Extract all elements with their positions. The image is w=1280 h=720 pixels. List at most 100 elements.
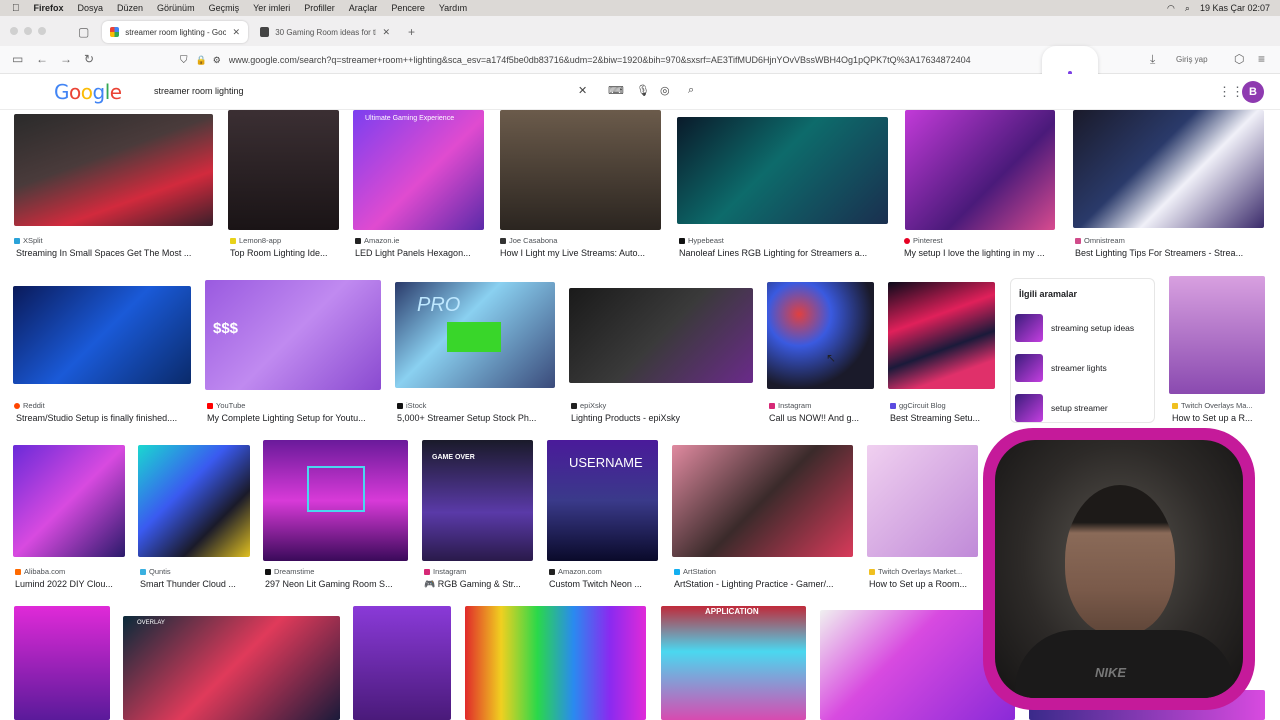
source-favicon-icon <box>265 568 271 575</box>
result-title[interactable]: Top Room Lighting Ide... <box>230 248 340 258</box>
result-image[interactable] <box>138 445 250 557</box>
result-title[interactable]: Custom Twitch Neon ... <box>549 579 661 589</box>
keyboard-icon[interactable]: ⌨ <box>608 84 624 97</box>
reload-icon[interactable]: ↻ <box>84 52 94 66</box>
result-image[interactable] <box>14 114 213 226</box>
menu-profiller[interactable]: Profiller <box>304 3 335 13</box>
permissions-icon[interactable]: ⚙ <box>213 55 221 66</box>
clear-search-icon[interactable]: ✕ <box>578 84 587 97</box>
result-image[interactable] <box>1073 110 1264 228</box>
result-title[interactable]: My setup I love the lighting in my ... <box>904 248 1056 258</box>
result-title[interactable]: Lighting Products - epiXsky <box>571 413 755 423</box>
source-favicon-icon <box>140 568 146 575</box>
tab-overview-icon[interactable]: ▢ <box>78 25 89 39</box>
window-minimize-button[interactable] <box>24 27 32 35</box>
apple-icon[interactable]:  <box>12 3 20 14</box>
result-title[interactable]: How to Set up a R... <box>1172 413 1267 423</box>
result-title[interactable]: ArtStation - Lighting Practice - Gamer/.… <box>674 579 854 589</box>
result-image[interactable] <box>569 288 753 383</box>
wifi-icon[interactable]: ◠ <box>1167 3 1175 14</box>
result-title[interactable]: 5,000+ Streamer Setup Stock Ph... <box>397 413 557 423</box>
result-title[interactable]: 🎮 RGB Gaming & Str... <box>424 579 536 590</box>
sidebar-icon[interactable]: ▭ <box>12 52 23 66</box>
result-title[interactable]: Best Lighting Tips For Streamers - Strea… <box>1075 248 1265 258</box>
search-input[interactable]: streamer room lighting <box>140 80 710 102</box>
extensions-icon[interactable]: ⬡ <box>1234 52 1244 66</box>
related-search-item[interactable]: setup streamer <box>1015 393 1153 423</box>
result-title[interactable]: Best Streaming Setu... <box>890 413 990 423</box>
result-image[interactable] <box>672 445 853 557</box>
menu-duzen[interactable]: Düzen <box>117 3 143 13</box>
result-source: Joe Casabona <box>500 236 660 245</box>
downloads-icon[interactable]: ⤓ <box>1150 52 1155 67</box>
clock[interactable]: 19 Kas Çar 02:07 <box>1200 3 1270 13</box>
result-image[interactable] <box>500 110 661 230</box>
forward-icon[interactable]: → <box>60 52 72 66</box>
result-title[interactable]: Streaming In Small Spaces Get The Most .… <box>16 248 213 258</box>
result-title[interactable]: Call us NOW!! And g... <box>769 413 876 423</box>
result-title[interactable]: 297 Neon Lit Gaming Room S... <box>265 579 410 589</box>
result-image[interactable] <box>767 282 874 389</box>
result-title[interactable]: Smart Thunder Cloud ... <box>140 579 252 589</box>
result-title[interactable]: How to Set up a Room... <box>869 579 979 589</box>
menu-dosya[interactable]: Dosya <box>78 3 104 13</box>
result-image[interactable] <box>905 110 1055 230</box>
tab-google-search[interactable]: streamer room lighting - Google ✕ <box>102 21 248 43</box>
menu-araclar[interactable]: Araçlar <box>349 3 378 13</box>
result-image[interactable] <box>14 606 110 720</box>
search-icon[interactable]: ⌕ <box>1185 3 1190 14</box>
result-image[interactable] <box>13 286 191 384</box>
result-title[interactable]: Nanoleaf Lines RGB Lighting for Streamer… <box>679 248 889 258</box>
related-search-item[interactable]: streamer lights <box>1015 353 1153 383</box>
result-image[interactable] <box>677 117 888 224</box>
result-title[interactable]: LED Light Panels Hexagon... <box>355 248 485 258</box>
result-title[interactable]: My Complete Lighting Setup for Youtu... <box>207 413 382 423</box>
window-close-button[interactable] <box>10 27 18 35</box>
result-image[interactable]: APPLICATION <box>661 606 806 720</box>
result-image[interactable] <box>888 282 995 389</box>
apps-grid-icon[interactable]: ⋮⋮ <box>1218 84 1244 100</box>
menu-firefox[interactable]: Firefox <box>34 3 64 13</box>
menu-gecmis[interactable]: Geçmiş <box>209 3 240 13</box>
tab-gaming-room[interactable]: 30 Gaming Room ideas for the B ✕ <box>252 21 398 43</box>
menu-gorunum[interactable]: Görünüm <box>157 3 195 13</box>
source-name: Lemon8-app <box>239 236 282 245</box>
search-button-icon[interactable]: ⌕ <box>688 84 694 97</box>
result-image[interactable]: $$$ <box>205 280 381 390</box>
result-image[interactable] <box>465 606 646 720</box>
result-image[interactable] <box>263 440 408 561</box>
shield-icon[interactable]: ⛉ <box>180 55 188 66</box>
address-bar[interactable]: ⛉ 🔒 ⚙ www.google.com/search?q=streamer+r… <box>180 50 1050 70</box>
login-button[interactable]: Giriş yap <box>1176 55 1208 64</box>
related-search-item[interactable]: streaming setup ideas <box>1015 313 1153 343</box>
result-image[interactable]: Ultimate Gaming Experience <box>353 110 484 230</box>
lens-icon[interactable]: ◎ <box>660 84 670 97</box>
result-title[interactable]: How I Light my Live Streams: Auto... <box>500 248 660 258</box>
result-image[interactable]: USERNAME <box>547 440 658 561</box>
result-image[interactable] <box>867 445 978 557</box>
microphone-icon[interactable]: 🎙 <box>636 84 650 97</box>
result-title[interactable]: Lumind 2022 DIY Clou... <box>15 579 127 589</box>
close-tab-icon[interactable]: ✕ <box>382 27 390 38</box>
result-image[interactable] <box>1169 276 1265 394</box>
account-avatar[interactable]: B <box>1242 81 1264 103</box>
menu-yer-imleri[interactable]: Yer imleri <box>253 3 290 13</box>
source-name: Pinterest <box>913 236 943 245</box>
window-zoom-button[interactable] <box>38 27 46 35</box>
result-image[interactable] <box>353 606 451 720</box>
back-icon[interactable]: ← <box>36 52 48 66</box>
result-image[interactable]: OVERLAY <box>123 616 340 720</box>
result-image[interactable]: PRO <box>395 282 555 388</box>
new-tab-icon[interactable]: + <box>408 25 415 39</box>
url-text[interactable]: www.google.com/search?q=streamer+room++l… <box>229 55 1029 65</box>
result-image[interactable] <box>228 110 339 230</box>
menu-yardim[interactable]: Yardım <box>439 3 467 13</box>
close-tab-icon[interactable]: ✕ <box>232 27 240 38</box>
instagram-icon <box>769 402 775 409</box>
result-image[interactable] <box>13 445 125 557</box>
menu-icon[interactable]: ≡ <box>1258 52 1265 66</box>
menu-pencere[interactable]: Pencere <box>391 3 425 13</box>
google-logo[interactable]: Google <box>54 80 122 104</box>
result-image[interactable]: GAME OVER <box>422 440 533 561</box>
result-title[interactable]: Stream/Studio Setup is finally finished.… <box>16 413 192 423</box>
